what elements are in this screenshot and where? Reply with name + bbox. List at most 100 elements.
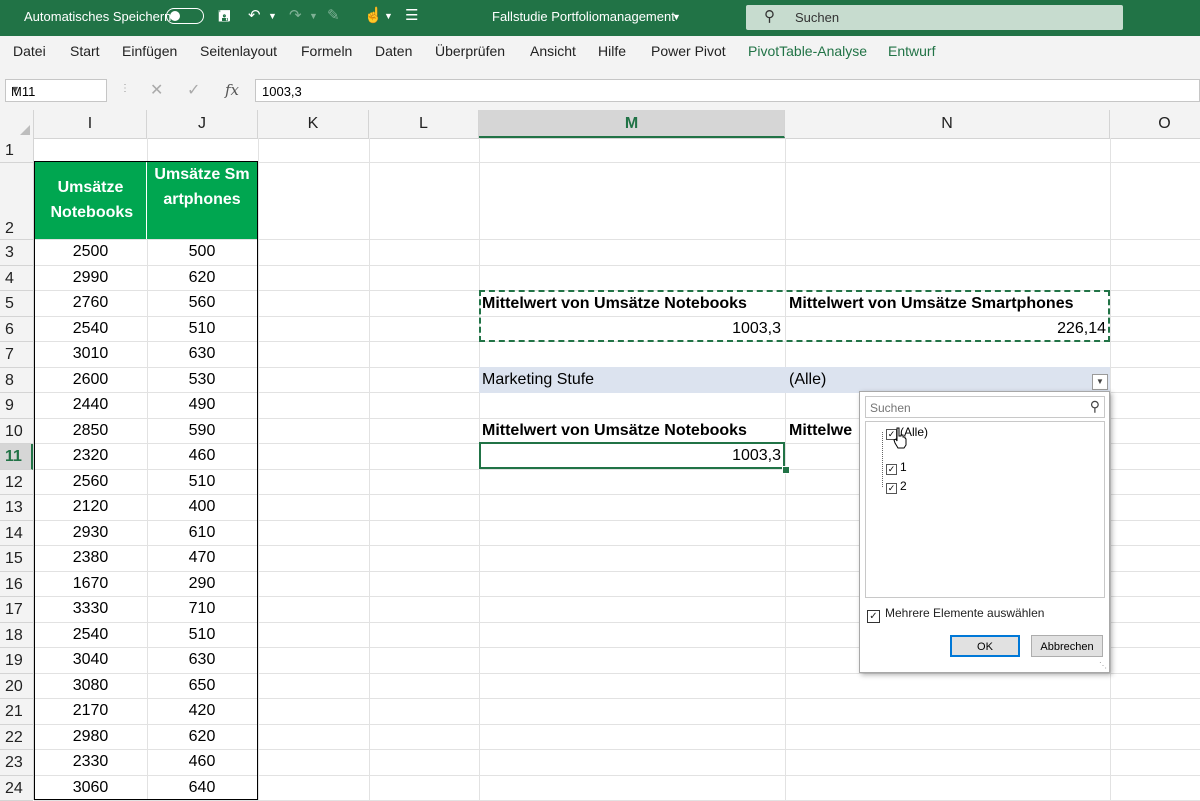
tab-entwurf[interactable]: Entwurf: [888, 43, 935, 59]
notebooks-cell[interactable]: 3040: [35, 651, 146, 669]
pivot1-value-notebooks[interactable]: 1003,3: [479, 320, 781, 338]
smartphones-cell[interactable]: 460: [147, 447, 257, 465]
row-header-24[interactable]: 24: [0, 776, 33, 801]
notebooks-cell[interactable]: 2170: [35, 702, 146, 720]
notebooks-cell[interactable]: 2540: [35, 320, 146, 338]
column-header-j[interactable]: J: [147, 110, 258, 138]
redo-icon[interactable]: ↷: [289, 6, 302, 24]
smartphones-cell[interactable]: 620: [147, 269, 257, 287]
tab-formeln[interactable]: Formeln: [301, 43, 352, 59]
notebooks-cell[interactable]: 2560: [35, 473, 146, 491]
pivot2-header-notebooks[interactable]: Mittelwert von Umsätze Notebooks: [482, 422, 747, 440]
smartphones-cell[interactable]: 490: [147, 396, 257, 414]
fill-handle[interactable]: [782, 466, 790, 474]
column-header-k[interactable]: K: [258, 110, 369, 138]
notebooks-cell[interactable]: 2760: [35, 294, 146, 312]
pivot1-header-smartphones[interactable]: Mittelwert von Umsätze Smartphones: [789, 295, 1074, 313]
row-header-22[interactable]: 22: [0, 725, 33, 751]
tab-ueberpruefen[interactable]: Überprüfen: [435, 43, 505, 59]
tab-start[interactable]: Start: [70, 43, 100, 59]
multi-select-option[interactable]: ✓Mehrere Elemente auswählen: [867, 606, 1044, 623]
pivot2-header-smartphones-partial[interactable]: Mittelwe: [789, 422, 852, 440]
smartphones-cell[interactable]: 530: [147, 371, 257, 389]
row-header-15[interactable]: 15: [0, 546, 33, 572]
checkbox-icon[interactable]: ✓: [886, 483, 897, 494]
row-header-5[interactable]: 5: [0, 291, 33, 317]
row-header-20[interactable]: 20: [0, 674, 33, 700]
name-box[interactable]: M11 ▼: [5, 79, 107, 102]
notebooks-cell[interactable]: 2380: [35, 549, 146, 567]
smartphones-cell[interactable]: 560: [147, 294, 257, 312]
smartphones-cell[interactable]: 590: [147, 422, 257, 440]
row-header-23[interactable]: 23: [0, 750, 33, 776]
formula-bar-grip-icon[interactable]: ⋮: [120, 83, 130, 94]
save-icon[interactable]: 🖪: [218, 6, 231, 31]
active-cell-m11[interactable]: [479, 442, 785, 469]
smartphones-cell[interactable]: 710: [147, 600, 257, 618]
notebooks-cell[interactable]: 2930: [35, 524, 146, 542]
row-header-3[interactable]: 3: [0, 240, 33, 266]
row-header-21[interactable]: 21: [0, 699, 33, 725]
smartphones-cell[interactable]: 630: [147, 651, 257, 669]
formula-input[interactable]: 1003,3: [255, 79, 1200, 102]
search-box[interactable]: ⚲ Suchen: [746, 5, 1123, 30]
column-header-l[interactable]: L: [369, 110, 479, 138]
notebooks-cell[interactable]: 2990: [35, 269, 146, 287]
pivot2-filter-label[interactable]: Marketing Stufe: [482, 371, 594, 389]
filter-dropdown-button[interactable]: ▼: [1092, 374, 1108, 390]
smartphones-cell[interactable]: 400: [147, 498, 257, 516]
row-header-12[interactable]: 12: [0, 470, 33, 496]
notebooks-cell[interactable]: 3010: [35, 345, 146, 363]
notebooks-cell[interactable]: 2120: [35, 498, 146, 516]
column-header-i[interactable]: I: [34, 110, 147, 138]
tab-datei[interactable]: Datei: [13, 43, 46, 59]
row-header-8[interactable]: 8: [0, 368, 33, 394]
row-header-7[interactable]: 7: [0, 342, 33, 368]
row-header-11[interactable]: 11: [0, 444, 33, 470]
tab-pivottable-analyse[interactable]: PivotTable-Analyse: [748, 43, 867, 59]
table-header-notebooks[interactable]: Umsätze Notebooks: [35, 162, 146, 239]
column-header-o[interactable]: O: [1110, 110, 1200, 138]
column-header-n[interactable]: N: [785, 110, 1110, 138]
column-header-m[interactable]: M: [479, 110, 785, 138]
checkbox-icon[interactable]: ✓: [886, 464, 897, 475]
multi-select-checkbox-icon[interactable]: ✓: [867, 610, 880, 623]
row-header-4[interactable]: 4: [0, 266, 33, 292]
autosave-toggle[interactable]: [166, 8, 204, 24]
row-header-19[interactable]: 19: [0, 648, 33, 674]
confirm-entry-icon[interactable]: ✓: [187, 80, 200, 100]
tab-daten[interactable]: Daten: [375, 43, 412, 59]
tab-ansicht[interactable]: Ansicht: [530, 43, 576, 59]
smartphones-cell[interactable]: 610: [147, 524, 257, 542]
format-painter-icon[interactable]: ✎: [327, 6, 340, 24]
notebooks-cell[interactable]: 2500: [35, 243, 146, 261]
ok-button[interactable]: OK: [950, 635, 1020, 657]
undo-icon[interactable]: ↶: [248, 6, 261, 24]
smartphones-cell[interactable]: 460: [147, 753, 257, 771]
notebooks-cell[interactable]: 3060: [35, 779, 146, 797]
pivot1-header-notebooks[interactable]: Mittelwert von Umsätze Notebooks: [482, 295, 747, 313]
smartphones-cell[interactable]: 510: [147, 320, 257, 338]
row-header-2[interactable]: 2: [0, 163, 33, 240]
row-header-17[interactable]: 17: [0, 597, 33, 623]
cancel-button[interactable]: Abbrechen: [1031, 635, 1103, 657]
pivot2-filter-value[interactable]: (Alle): [789, 371, 826, 389]
smartphones-cell[interactable]: 620: [147, 728, 257, 746]
smartphones-cell[interactable]: 510: [147, 473, 257, 491]
row-header-16[interactable]: 16: [0, 572, 33, 598]
smartphones-cell[interactable]: 650: [147, 677, 257, 695]
row-header-14[interactable]: 14: [0, 521, 33, 547]
notebooks-cell[interactable]: 2600: [35, 371, 146, 389]
document-title[interactable]: Fallstudie Portfoliomanagement: [492, 9, 675, 24]
name-box-dropdown-icon[interactable]: ▼: [11, 84, 102, 94]
notebooks-cell[interactable]: 2440: [35, 396, 146, 414]
notebooks-cell[interactable]: 1670: [35, 575, 146, 593]
filter-item-2[interactable]: ✓2: [886, 479, 907, 494]
row-header-10[interactable]: 10: [0, 419, 33, 445]
notebooks-cell[interactable]: 2980: [35, 728, 146, 746]
row-header-6[interactable]: 6: [0, 317, 33, 343]
row-header-13[interactable]: 13: [0, 495, 33, 521]
filter-item-1[interactable]: ✓1: [886, 460, 907, 475]
smartphones-cell[interactable]: 630: [147, 345, 257, 363]
table-header-smartphones[interactable]: Umsätze Smartphones: [147, 162, 257, 239]
